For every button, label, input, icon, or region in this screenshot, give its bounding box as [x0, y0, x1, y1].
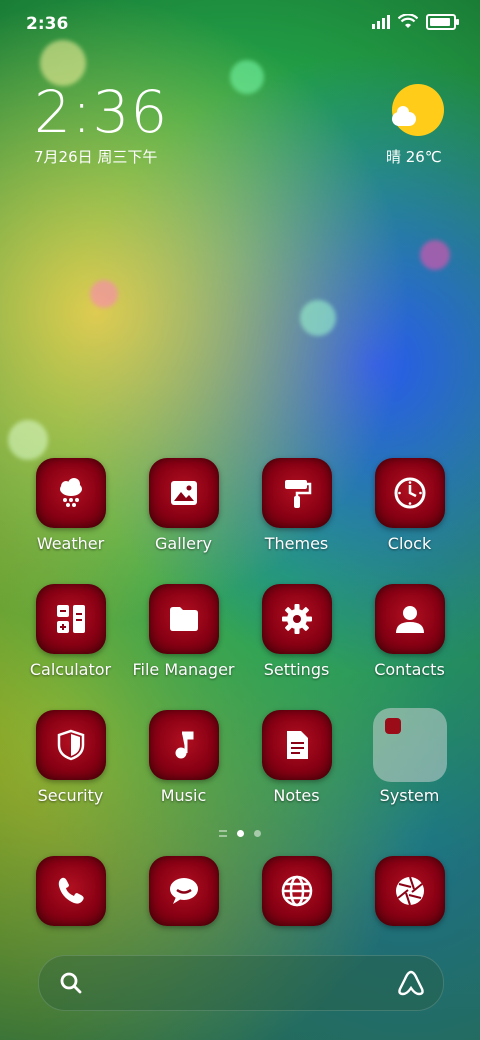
cloud-icon [392, 106, 416, 126]
app-label: Notes [273, 786, 320, 805]
signal-icon [372, 15, 390, 29]
paint-roller-icon [261, 458, 332, 528]
app-music[interactable]: Music [127, 710, 240, 805]
clock-icon [374, 458, 445, 528]
app-weather[interactable]: Weather [14, 458, 127, 553]
page-indicator[interactable] [0, 830, 480, 837]
camera-aperture-icon [374, 856, 445, 926]
folder-icon [372, 708, 447, 782]
wallpaper-bokeh [8, 420, 48, 460]
app-calculator[interactable]: Calculator [14, 584, 127, 679]
app-label: Settings [263, 660, 330, 679]
app-label: Music [160, 786, 207, 805]
app-label: Themes [264, 534, 329, 553]
app-label: System [379, 786, 440, 805]
dock-camera[interactable] [353, 856, 466, 926]
app-security[interactable]: Security [14, 710, 127, 805]
note-icon [261, 710, 332, 780]
person-icon [374, 584, 445, 654]
app-themes[interactable]: Themes [240, 458, 353, 553]
message-icon [148, 856, 219, 926]
wallpaper-bokeh [420, 240, 450, 270]
assistant-icon[interactable] [397, 969, 425, 997]
gear-icon [261, 584, 332, 654]
app-contacts[interactable]: Contacts [353, 584, 466, 679]
dock-browser[interactable] [240, 856, 353, 926]
page-dot[interactable] [254, 830, 261, 837]
app-clock[interactable]: Clock [353, 458, 466, 553]
clock-widget-time[interactable]: 2:36 [34, 78, 168, 146]
app-label: Gallery [155, 534, 212, 553]
dock-phone[interactable] [14, 856, 127, 926]
phone-icon [35, 856, 106, 926]
clock-widget-date[interactable]: 7月26日 周三下午 [34, 146, 157, 167]
wifi-icon [398, 14, 418, 28]
app-folder-system[interactable]: System [353, 708, 466, 805]
app-label: File Manager [132, 660, 235, 679]
app-settings[interactable]: Settings [240, 584, 353, 679]
page-dot-current[interactable] [237, 830, 244, 837]
folder-preview-app [384, 718, 401, 734]
status-bar: 2:36 [0, 0, 480, 48]
music-note-icon [148, 710, 219, 780]
cloud-snow-icon [35, 458, 106, 528]
wallpaper-bokeh [300, 300, 336, 336]
shield-icon [35, 710, 106, 780]
app-label: Weather [36, 534, 105, 553]
folder-icon [148, 584, 219, 654]
search-bar[interactable] [38, 955, 444, 1011]
app-label: Clock [387, 534, 432, 553]
search-icon[interactable] [59, 971, 83, 995]
app-gallery[interactable]: Gallery [127, 458, 240, 553]
app-label: Security [37, 786, 104, 805]
weather-widget-text[interactable]: 晴 26℃ [386, 146, 442, 167]
image-icon [148, 458, 219, 528]
wallpaper-bokeh [230, 60, 264, 94]
app-file-manager[interactable]: File Manager [127, 584, 240, 679]
wallpaper-bokeh [90, 280, 118, 308]
app-list-icon[interactable] [219, 830, 227, 837]
app-label: Calculator [29, 660, 112, 679]
calculator-icon [35, 584, 106, 654]
status-time: 2:36 [26, 14, 69, 34]
app-label: Contacts [374, 660, 445, 679]
battery-icon [426, 14, 459, 30]
globe-icon [261, 856, 332, 926]
dock-messages[interactable] [127, 856, 240, 926]
app-notes[interactable]: Notes [240, 710, 353, 805]
